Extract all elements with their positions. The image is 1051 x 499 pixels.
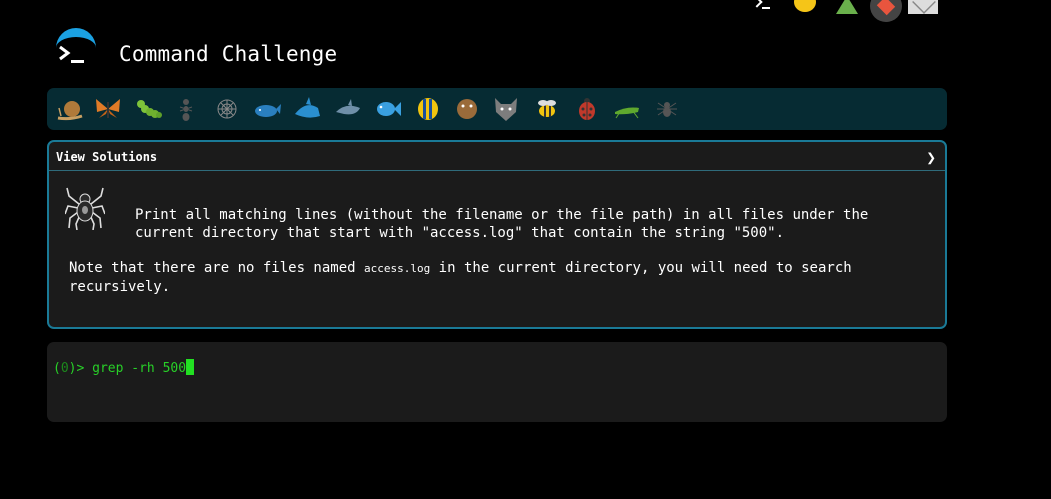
view-solutions-toggle[interactable]: View Solutions ❯ bbox=[49, 142, 945, 171]
cricket-icon[interactable] bbox=[612, 94, 642, 124]
app-logo[interactable] bbox=[54, 28, 98, 72]
shark-icon[interactable] bbox=[292, 94, 322, 124]
terminal-input[interactable]: (0)> grep -rh 500 bbox=[47, 342, 947, 422]
snail-icon[interactable] bbox=[55, 94, 85, 124]
note-filename-code: access.log bbox=[364, 262, 431, 275]
ladybug-icon[interactable] bbox=[572, 94, 602, 124]
challenge-description: Print all matching lines (without the fi… bbox=[135, 207, 869, 241]
mail-icon[interactable] bbox=[908, 0, 938, 14]
chevron-right-icon[interactable]: ❯ bbox=[926, 148, 936, 167]
tree-icon[interactable] bbox=[836, 0, 858, 14]
spider-icon[interactable] bbox=[652, 94, 682, 124]
butterfly-icon[interactable] bbox=[93, 94, 123, 124]
spider-web-icon[interactable] bbox=[212, 94, 242, 124]
command-line[interactable]: (0)> grep -rh 500 bbox=[53, 359, 195, 376]
bee-icon[interactable] bbox=[532, 94, 562, 124]
challenge-navigation-bar bbox=[47, 88, 947, 130]
app-title[interactable]: Command Challenge bbox=[119, 42, 337, 66]
wolf-icon[interactable] bbox=[491, 94, 521, 124]
text-cursor bbox=[186, 359, 195, 375]
challenge-panel: View Solutions ❯ Print all matching line… bbox=[47, 140, 947, 329]
view-solutions-label[interactable]: View Solutions bbox=[56, 150, 157, 164]
ant-icon[interactable] bbox=[171, 94, 201, 124]
user-avatar[interactable] bbox=[870, 0, 902, 22]
challenge-note: Note that there are no files named acces… bbox=[69, 259, 919, 296]
prompt-suffix: )> bbox=[68, 361, 93, 376]
caterpillar-icon[interactable] bbox=[133, 94, 163, 124]
terminal-icon[interactable] bbox=[750, 0, 772, 12]
terminal-prompt-icon bbox=[59, 45, 84, 63]
tropical-fish-icon[interactable] bbox=[413, 94, 443, 124]
fish-icon[interactable] bbox=[373, 94, 403, 124]
note-text-before: Note that there are no files named bbox=[69, 260, 365, 276]
whale-icon[interactable] bbox=[252, 94, 282, 124]
dolphin-icon[interactable] bbox=[334, 94, 364, 124]
exit-status-code: 0 bbox=[60, 361, 69, 376]
spider-challenge-icon bbox=[65, 187, 105, 230]
prompt-open-paren: ( bbox=[53, 361, 61, 376]
pufferfish-icon[interactable] bbox=[452, 94, 482, 124]
lightbulb-icon[interactable] bbox=[794, 0, 816, 12]
top-right-toolbar bbox=[750, 0, 950, 22]
command-text[interactable]: grep -rh 500 bbox=[92, 361, 186, 376]
